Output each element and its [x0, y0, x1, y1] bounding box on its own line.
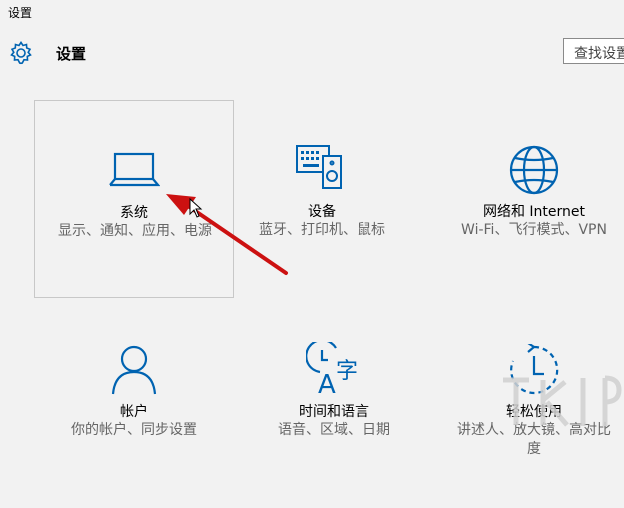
page-title: 设置 — [56, 45, 87, 63]
category-description: 蓝牙、打印机、鼠标 — [259, 222, 385, 238]
category-tile-accounts[interactable]: 帐户 你的帐户、同步设置 — [34, 310, 234, 508]
svg-text:字: 字 — [336, 359, 358, 384]
category-name: 系统 — [120, 205, 148, 221]
category-tile-network[interactable]: 网络和 Internet Wi-Fi、飞行模式、VPN — [434, 100, 624, 298]
svg-text:A: A — [318, 370, 336, 396]
category-description: 显示、通知、应用、电源 — [58, 223, 212, 239]
mouse-cursor-icon — [189, 198, 203, 218]
app-header: 设置 查找设置 — [0, 36, 624, 68]
category-name: 时间和语言 — [299, 404, 369, 420]
category-tile-system[interactable]: 系统 显示、通知、应用、电源 — [34, 100, 234, 298]
globe-icon — [509, 145, 559, 195]
devices-icon — [296, 145, 342, 189]
category-name: 设备 — [308, 204, 336, 220]
search-input[interactable]: 查找设置 — [563, 38, 624, 64]
category-tile-devices[interactable]: 设备 蓝牙、打印机、鼠标 — [222, 100, 422, 298]
category-name: 帐户 — [120, 404, 148, 420]
category-name: 网络和 Internet — [482, 204, 586, 220]
category-tile-time-language[interactable]: A 字 时间和语言 语音、区域、日期 — [234, 310, 434, 508]
laptop-icon — [109, 152, 160, 187]
time-language-icon: A 字 — [306, 342, 358, 396]
person-icon — [111, 345, 157, 395]
category-description: 你的帐户、同步设置 — [71, 422, 197, 438]
watermark-logo — [503, 375, 622, 427]
window-title: 设置 — [8, 6, 33, 20]
category-description: Wi-Fi、飞行模式、VPN — [461, 222, 607, 238]
category-description: 语音、区域、日期 — [278, 422, 390, 438]
gear-icon — [10, 41, 32, 65]
